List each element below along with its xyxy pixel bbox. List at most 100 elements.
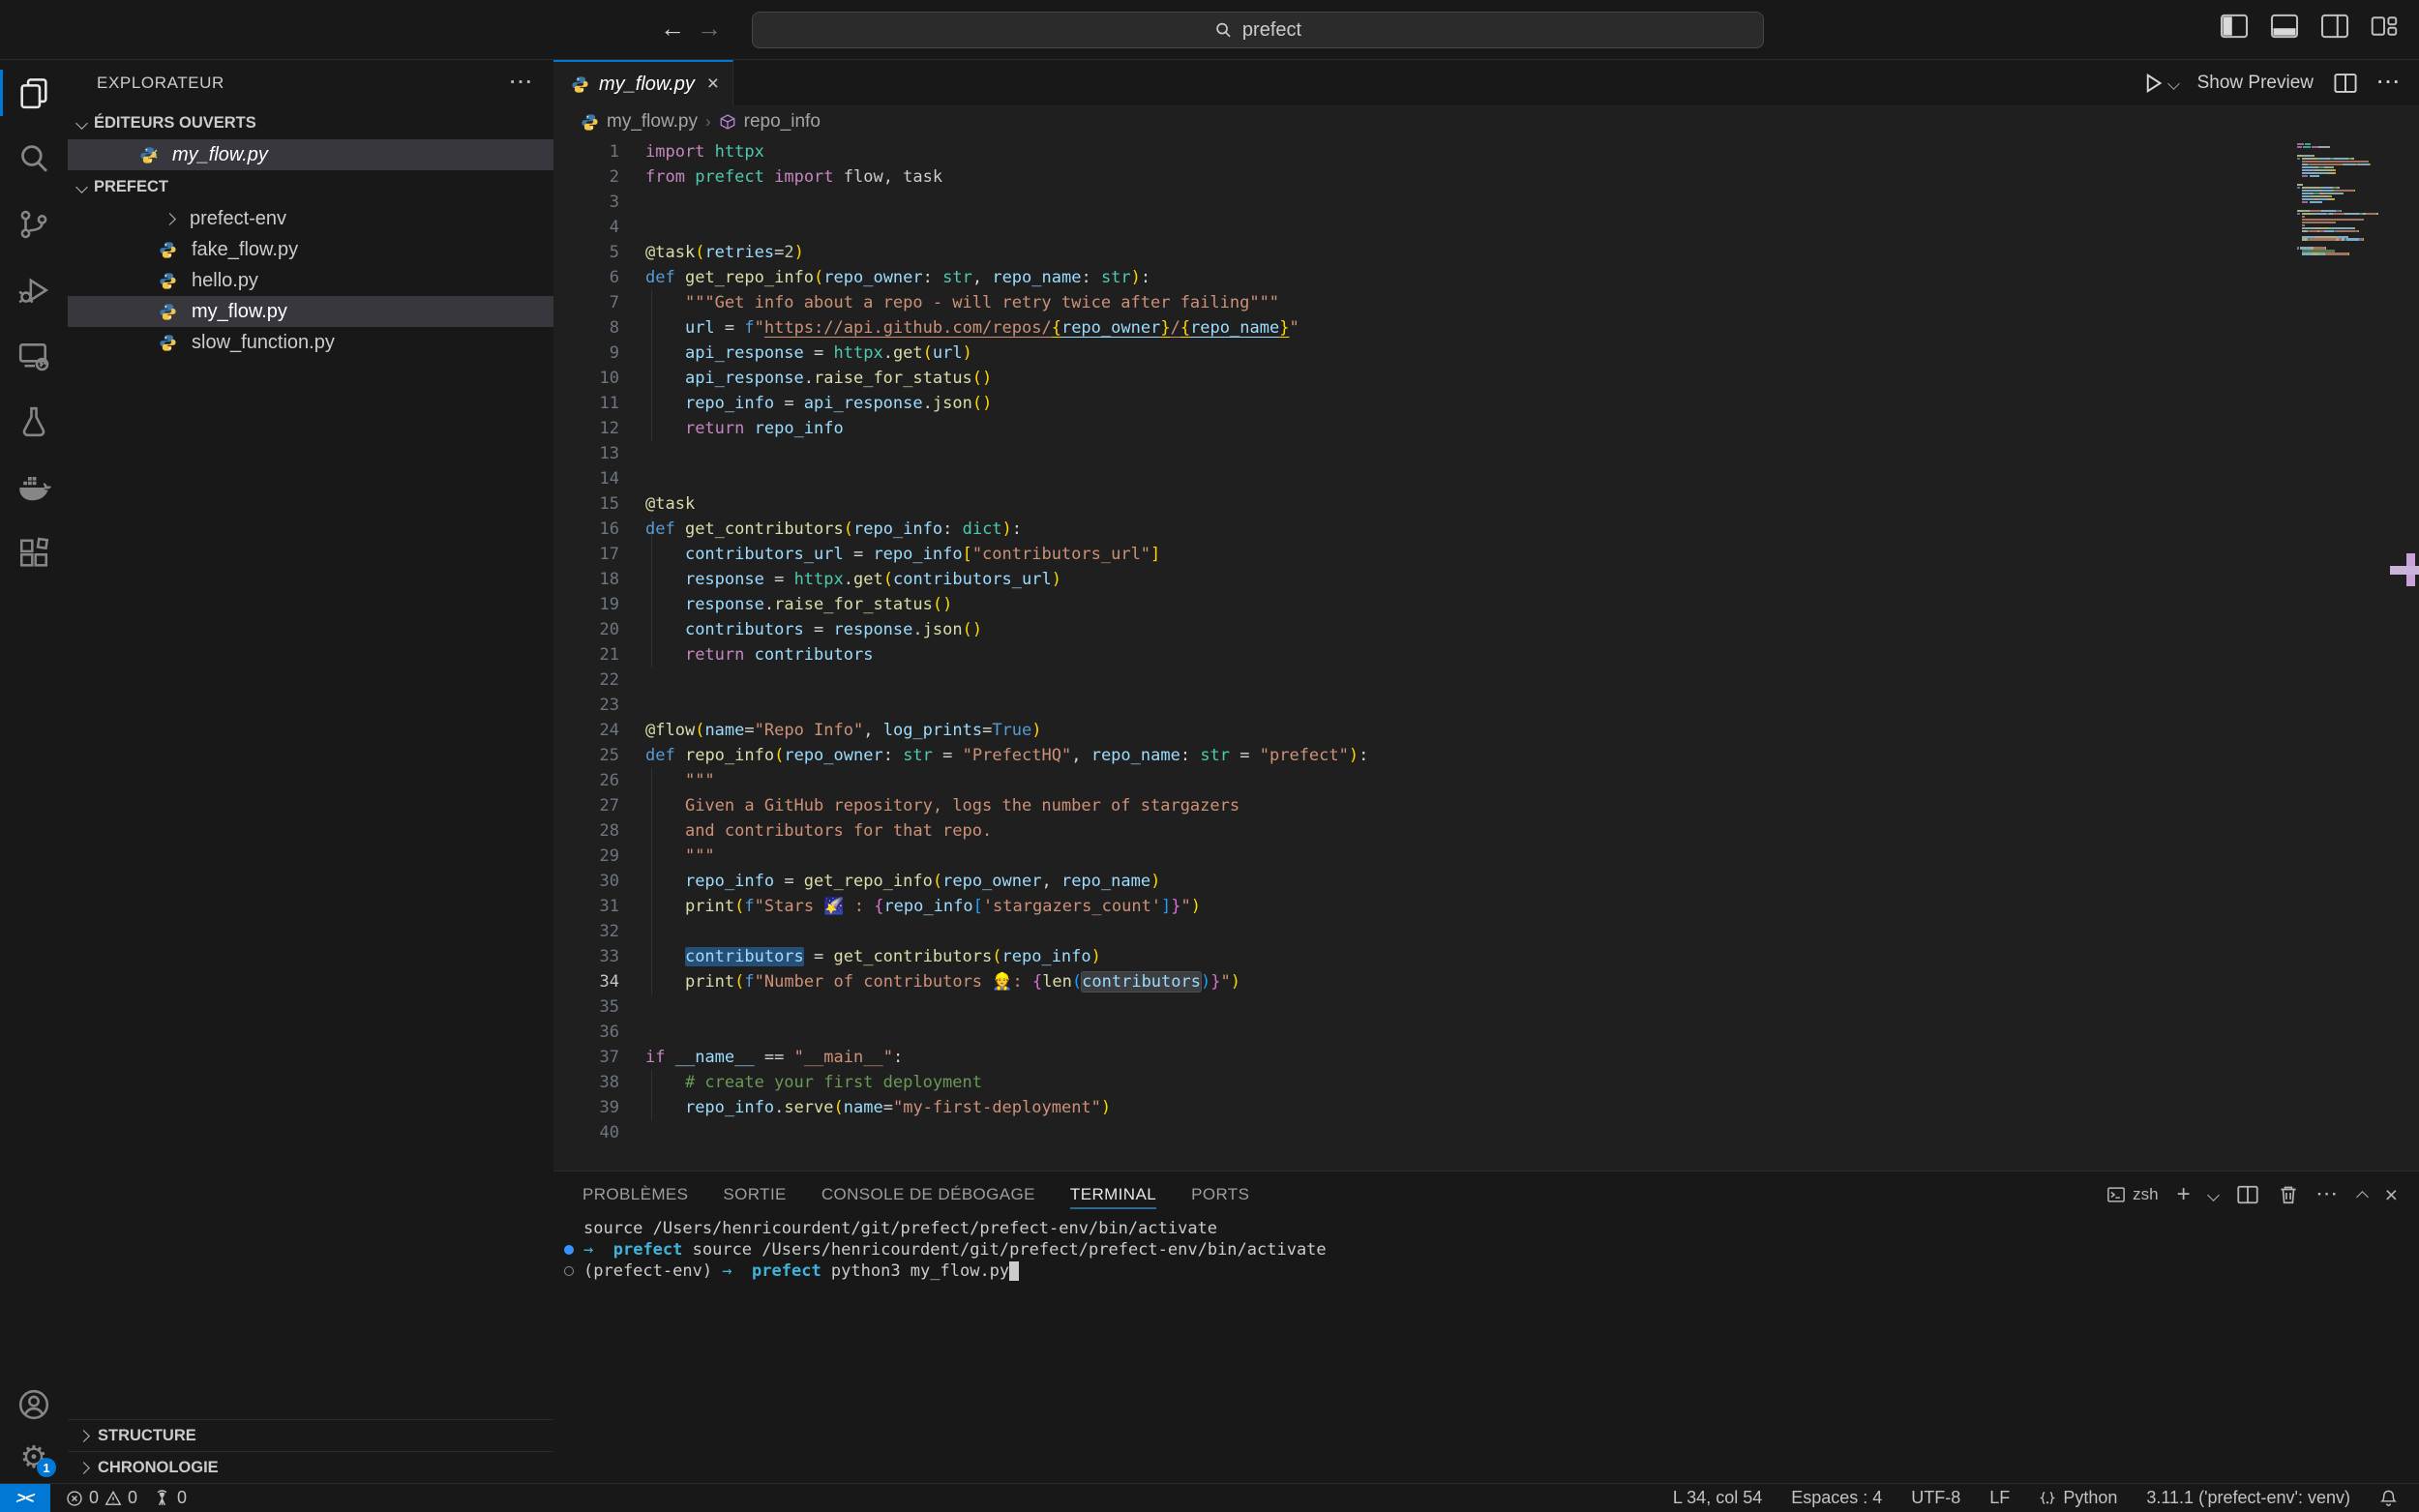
bell-icon[interactable] bbox=[2379, 1489, 2398, 1507]
code-editor[interactable]: 1import httpx2from prefect import flow, … bbox=[553, 137, 2419, 1171]
project-section[interactable]: PREFECT bbox=[68, 170, 553, 203]
code-line[interactable]: 9 api_response = httpx.get(url) bbox=[553, 341, 2419, 366]
explorer-actions-icon[interactable]: ··· bbox=[510, 73, 534, 94]
encoding[interactable]: UTF-8 bbox=[1911, 1488, 1960, 1508]
forward-arrow[interactable]: → bbox=[693, 14, 726, 44]
tree-item-fake-flow-py[interactable]: fake_flow.py bbox=[68, 234, 553, 265]
extensions-icon[interactable] bbox=[0, 520, 68, 586]
customize-layout-icon[interactable] bbox=[2371, 14, 2398, 39]
panel-tab-console-de-d-bogage[interactable]: CONSOLE DE DÉBOGAGE bbox=[821, 1171, 1035, 1218]
docker-whale-icon[interactable] bbox=[0, 455, 68, 520]
terminal[interactable]: source /Users/henricourdent/git/prefect/… bbox=[553, 1218, 2419, 1282]
tree-item-my-flow-py[interactable]: my_flow.py bbox=[68, 296, 553, 327]
terminal-line[interactable]: source /Users/henricourdent/git/prefect/… bbox=[553, 1218, 2419, 1239]
split-editor-icon[interactable] bbox=[2333, 71, 2358, 96]
problems-status[interactable]: 0 0 bbox=[66, 1488, 137, 1508]
account-icon[interactable] bbox=[0, 1379, 68, 1431]
code-line[interactable]: 7 """Get info about a repo - will retry … bbox=[553, 290, 2419, 315]
code-line[interactable]: 10 api_response.raise_for_status() bbox=[553, 366, 2419, 391]
layout-secondary-sidebar-icon[interactable] bbox=[2320, 14, 2349, 39]
code-line[interactable]: 16def get_contributors(repo_info: dict): bbox=[553, 517, 2419, 542]
split-terminal-icon[interactable] bbox=[2236, 1183, 2259, 1206]
code-line[interactable]: 31 print(f"Stars 🌠 : {repo_info['stargaz… bbox=[553, 894, 2419, 919]
open-editor-item[interactable]: ×my_flow.py bbox=[68, 139, 553, 170]
chevron-up-icon[interactable] bbox=[2356, 1191, 2369, 1203]
code-line[interactable]: 2from prefect import flow, task bbox=[553, 164, 2419, 190]
code-line[interactable]: 36 bbox=[553, 1020, 2419, 1045]
code-line[interactable]: 22 bbox=[553, 667, 2419, 693]
panel-tab-sortie[interactable]: SORTIE bbox=[723, 1171, 786, 1218]
code-line[interactable]: 14 bbox=[553, 466, 2419, 491]
code-line[interactable]: 35 bbox=[553, 994, 2419, 1020]
code-line[interactable]: 21 return contributors bbox=[553, 642, 2419, 667]
breadcrumb-symbol[interactable]: repo_info bbox=[744, 111, 821, 133]
code-line[interactable]: 20 contributors = response.json() bbox=[553, 617, 2419, 642]
cursor-position[interactable]: L 34, col 54 bbox=[1673, 1488, 1762, 1508]
code-line[interactable]: 39 repo_info.serve(name="my-first-deploy… bbox=[553, 1095, 2419, 1120]
remote-explorer-icon[interactable] bbox=[0, 323, 68, 389]
code-line[interactable]: 18 response = httpx.get(contributors_url… bbox=[553, 567, 2419, 592]
layout-sidebar-icon[interactable] bbox=[2220, 14, 2249, 39]
panel-tab-terminal[interactable]: TERMINAL bbox=[1070, 1171, 1156, 1218]
code-line[interactable]: 33 contributors = get_contributors(repo_… bbox=[553, 944, 2419, 969]
breadcrumb[interactable]: my_flow.py › repo_info bbox=[553, 106, 2419, 137]
tree-item-slow-function-py[interactable]: slow_function.py bbox=[68, 327, 553, 358]
code-line[interactable]: 3 bbox=[553, 190, 2419, 215]
minimap[interactable] bbox=[2297, 143, 2402, 258]
explorer-icon[interactable] bbox=[0, 60, 68, 126]
code-line[interactable]: 27 Given a GitHub repository, logs the n… bbox=[553, 793, 2419, 818]
code-line[interactable]: 28 and contributors for that repo. bbox=[553, 818, 2419, 844]
breadcrumb-file[interactable]: my_flow.py bbox=[607, 111, 698, 133]
open-editors-section[interactable]: ÉDITEURS OUVERTS bbox=[68, 106, 553, 139]
run-python-file-icon[interactable] bbox=[2141, 72, 2178, 95]
code-line[interactable]: 34 print(f"Number of contributors 👷: {le… bbox=[553, 969, 2419, 994]
code-line[interactable]: 37if __name__ == "__main__": bbox=[553, 1045, 2419, 1070]
tree-item-hello-py[interactable]: hello.py bbox=[68, 265, 553, 296]
terminal-line[interactable]: → prefect source /Users/henricourdent/gi… bbox=[553, 1239, 2419, 1260]
close-panel-icon[interactable]: × bbox=[2385, 1184, 2398, 1206]
panel-tab-ports[interactable]: PORTS bbox=[1191, 1171, 1249, 1218]
run-debug-icon[interactable] bbox=[0, 257, 68, 323]
terminal-line[interactable]: (prefect-env) → prefect python3 my_flow.… bbox=[553, 1260, 2419, 1282]
back-arrow[interactable]: ← bbox=[656, 14, 689, 44]
gear-icon[interactable]: ⚙ 1 bbox=[0, 1431, 68, 1483]
trash-icon[interactable] bbox=[2278, 1184, 2299, 1205]
code-line[interactable]: 23 bbox=[553, 693, 2419, 718]
command-center-search[interactable]: prefect bbox=[752, 12, 1764, 48]
panel-more-icon[interactable]: ··· bbox=[2317, 1185, 2340, 1204]
ports-status[interactable]: 0 bbox=[153, 1488, 187, 1508]
code-line[interactable]: 8 url = f"https://api.github.com/repos/{… bbox=[553, 315, 2419, 341]
code-line[interactable]: 40 bbox=[553, 1120, 2419, 1145]
terminal-profile[interactable]: zsh bbox=[2106, 1185, 2158, 1204]
code-line[interactable]: 13 bbox=[553, 441, 2419, 466]
remote-indicator[interactable]: >< bbox=[0, 1484, 50, 1512]
code-line[interactable]: 19 response.raise_for_status() bbox=[553, 592, 2419, 617]
code-line[interactable]: 25def repo_info(repo_owner: str = "Prefe… bbox=[553, 743, 2419, 768]
tab-my-flow[interactable]: my_flow.py × bbox=[553, 60, 733, 106]
code-line[interactable]: 17 contributors_url = repo_info["contrib… bbox=[553, 542, 2419, 567]
code-line[interactable]: 12 return repo_info bbox=[553, 416, 2419, 441]
python-interpreter[interactable]: 3.11.1 ('prefect-env': venv) bbox=[2146, 1488, 2350, 1508]
testing-flask-icon[interactable] bbox=[0, 389, 68, 455]
tree-item-prefect-env[interactable]: prefect-env bbox=[68, 203, 553, 234]
chevron-down-icon[interactable] bbox=[2207, 1189, 2220, 1201]
code-line[interactable]: 11 repo_info = api_response.json() bbox=[553, 391, 2419, 416]
eol-sequence[interactable]: LF bbox=[1989, 1488, 2010, 1508]
timeline-section[interactable]: CHRONOLOGIE bbox=[68, 1451, 553, 1483]
new-terminal-icon[interactable]: + bbox=[2177, 1183, 2191, 1206]
code-line[interactable]: 15@task bbox=[553, 491, 2419, 517]
show-preview-button[interactable]: Show Preview bbox=[2197, 73, 2314, 94]
code-line[interactable]: 6def get_repo_info(repo_owner: str, repo… bbox=[553, 265, 2419, 290]
close-icon[interactable]: × bbox=[707, 73, 719, 96]
code-line[interactable]: 29 """ bbox=[553, 844, 2419, 869]
indentation[interactable]: Espaces : 4 bbox=[1791, 1488, 1882, 1508]
panel-tab-probl-mes[interactable]: PROBLÈMES bbox=[582, 1171, 688, 1218]
layout-panel-icon[interactable] bbox=[2270, 14, 2299, 39]
search-sidebar-icon[interactable] bbox=[0, 126, 68, 192]
code-line[interactable]: 38 # create your first deployment bbox=[553, 1070, 2419, 1095]
more-actions-icon[interactable]: ··· bbox=[2377, 73, 2402, 94]
code-line[interactable]: 4 bbox=[553, 215, 2419, 240]
language-mode[interactable]: Python bbox=[2039, 1488, 2117, 1508]
code-line[interactable]: 1import httpx bbox=[553, 139, 2419, 164]
code-line[interactable]: 24@flow(name="Repo Info", log_prints=Tru… bbox=[553, 718, 2419, 743]
